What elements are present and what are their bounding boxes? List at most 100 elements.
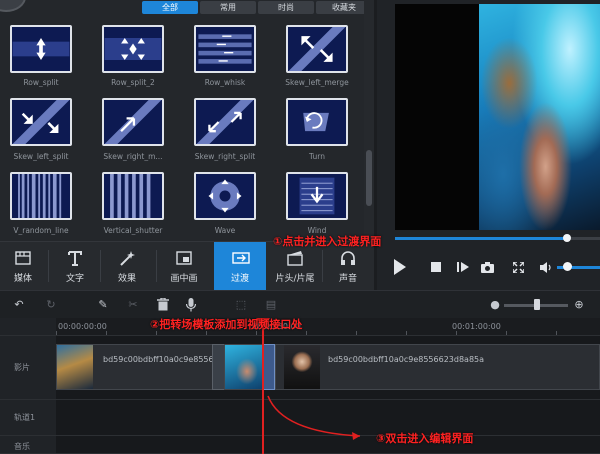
time-ruler[interactable]: 00:00:00:00 00:00:30:00 00:01:00:00 — [56, 318, 600, 336]
wind-icon — [299, 177, 335, 215]
edit-icon: ✎ — [98, 298, 108, 311]
video-clip[interactable]: bd59c00bdbff10a0c9e8556623d8a85a — [56, 344, 214, 390]
transition-skew-left-merge[interactable] — [286, 25, 348, 73]
stop-icon — [431, 262, 441, 272]
skew-right-merge-icon — [104, 100, 162, 144]
seek-handle[interactable] — [563, 234, 572, 242]
category-transition[interactable]: 过渡 — [214, 242, 266, 290]
transition-library: 全部 常用 时尚 收藏夹 Row_split Row_split_2 Row_w… — [0, 0, 374, 241]
category-label: 过渡 — [230, 274, 249, 284]
transition-icon — [232, 250, 250, 266]
zoom-out-button[interactable]: ● — [488, 298, 502, 312]
fullscreen-button[interactable] — [509, 256, 527, 278]
transition-grid: Row_split Row_split_2 Row_whisk Skew_lef… — [0, 0, 362, 241]
camera-icon — [480, 261, 494, 273]
transition-vertical-shutter[interactable] — [102, 172, 164, 220]
row-split-icon — [12, 38, 70, 60]
preview-screen — [395, 4, 600, 230]
volume-handle[interactable] — [563, 262, 572, 271]
transition-v-random-line[interactable] — [10, 172, 72, 220]
zoom-handle[interactable] — [534, 299, 540, 310]
transition-skew-right-merge[interactable] — [102, 98, 164, 146]
track-label: 轨道1 — [14, 413, 36, 422]
row-split-2-icon — [104, 38, 162, 60]
stop-button[interactable] — [427, 256, 445, 278]
skew-left-merge-icon — [288, 27, 346, 71]
category-effects[interactable]: 效果 — [104, 242, 150, 290]
category-label: 文字 — [65, 274, 84, 284]
skew-left-split-icon — [12, 100, 70, 144]
transition-skew-right-split[interactable] — [194, 98, 256, 146]
category-text[interactable]: 文字 — [52, 242, 98, 290]
transition-label: Vertical_shutter — [103, 226, 163, 235]
turn-icon — [303, 112, 329, 132]
overlay-track[interactable] — [56, 400, 600, 436]
track-label: 影片 — [14, 363, 30, 372]
seek-bar[interactable] — [395, 234, 600, 242]
next-frame-button[interactable] — [454, 256, 472, 278]
edit-button[interactable]: ✎ — [96, 298, 110, 312]
play-button[interactable] — [391, 256, 409, 278]
redo-button[interactable]: ↻ — [44, 298, 58, 312]
transition-wind[interactable] — [286, 172, 348, 220]
speaker-icon — [540, 261, 551, 273]
category-media[interactable]: 媒体 — [0, 242, 46, 290]
transition-row-split-2[interactable] — [102, 25, 164, 73]
picture-in-picture-icon — [176, 250, 192, 266]
video-clip[interactable] — [224, 344, 264, 390]
track-label: 音乐 — [14, 442, 30, 451]
media-icon — [15, 250, 31, 266]
library-scrollbar[interactable] — [364, 0, 374, 241]
category-label: 片头/片尾 — [275, 274, 315, 284]
delete-button[interactable] — [156, 297, 170, 312]
redo-icon: ↻ — [46, 298, 56, 311]
v-random-line-icon — [18, 174, 62, 218]
snapshot-button[interactable] — [478, 256, 496, 278]
playhead[interactable] — [262, 318, 264, 454]
next-frame-icon — [457, 262, 469, 272]
scrollbar-thumb[interactable] — [366, 150, 372, 206]
play-icon — [394, 259, 406, 275]
plus-icon: ⊕ — [574, 298, 584, 311]
film-icon: ▤ — [265, 298, 277, 311]
transition-wave[interactable] — [194, 172, 256, 220]
undo-icon: ↶ — [14, 298, 24, 311]
transition-turn[interactable] — [286, 98, 348, 146]
transition-label: Row_split_2 — [111, 78, 155, 87]
ruler-corner — [0, 318, 56, 336]
transition-label: Wave — [214, 226, 236, 235]
transition-row-whisk[interactable] — [194, 25, 256, 73]
transition-row-split[interactable] — [10, 25, 72, 73]
transition-label: Skew_right_split — [194, 152, 256, 161]
crop-button[interactable]: ⬚ — [234, 298, 248, 312]
clip-name: bd59c00bdbff10a0c9e8556623d8a85a — [103, 355, 213, 364]
category-label: 媒体 — [13, 274, 32, 284]
transition-skew-left-split[interactable] — [10, 98, 72, 146]
microphone-icon — [185, 298, 197, 312]
ruler-mark: 00:00:00:00 — [58, 322, 107, 331]
undo-button[interactable]: ↶ — [12, 298, 26, 312]
clip-thumbnail — [57, 345, 93, 389]
annotation-step1: ①点击并进入过渡界面 — [273, 235, 382, 248]
record-voice-button[interactable] — [184, 298, 198, 312]
category-audio[interactable]: 声音 — [325, 242, 371, 290]
effects-icon — [119, 250, 135, 266]
zoom-in-button[interactable]: ⊕ — [572, 298, 586, 312]
video-track[interactable]: bd59c00bdbff10a0c9e8556623d8a85a bd59c00… — [56, 336, 600, 400]
volume-button[interactable] — [537, 256, 555, 278]
transition-label: Row_whisk — [204, 78, 246, 87]
cut-button[interactable]: ✂ — [126, 298, 140, 312]
seek-progress — [395, 237, 568, 240]
category-label: 效果 — [117, 274, 136, 284]
music-track[interactable] — [56, 436, 600, 454]
timeline-toolbar: ↶ ↻ ✎ ✂ ⬚ ▤ ● ⊕ — [0, 290, 600, 318]
video-clip[interactable]: bd59c00bdbff10a0c9e8556623d8a85a — [275, 344, 600, 390]
transition-slot-active[interactable] — [263, 344, 275, 390]
category-picture-in-picture[interactable]: 画中画 — [161, 242, 207, 290]
intro-outro-icon — [287, 250, 303, 266]
category-intro-outro[interactable]: 片头/片尾 — [270, 242, 320, 290]
detach-button[interactable]: ▤ — [264, 298, 278, 312]
minus-icon: ● — [490, 298, 500, 311]
video-frame — [479, 4, 600, 230]
skew-right-split-icon — [196, 100, 254, 144]
